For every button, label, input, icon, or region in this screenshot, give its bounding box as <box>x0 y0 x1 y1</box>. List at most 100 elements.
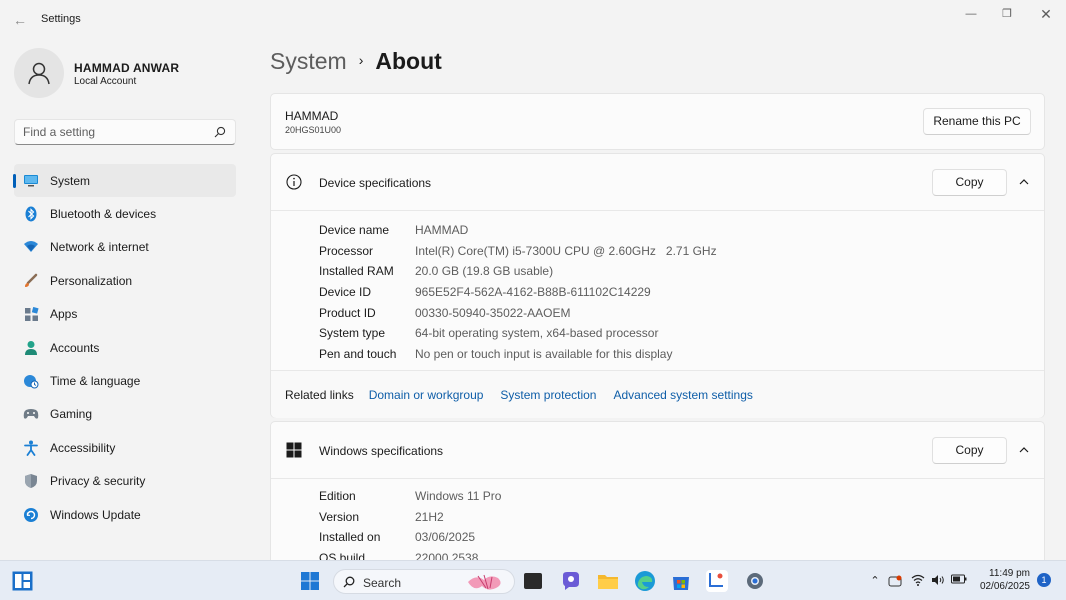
sidebar-item-label: Personalization <box>50 273 133 288</box>
wifi-icon[interactable] <box>911 574 925 588</box>
sidebar-item-label: Windows Update <box>50 507 141 522</box>
windows-specifications-header[interactable]: Windows specifications Copy <box>271 422 1044 479</box>
sidebar-nav: System Bluetooth & devices Network & int… <box>13 164 236 531</box>
breadcrumb: System › About <box>270 48 442 75</box>
clock-date: 02/06/2025 <box>979 581 1030 592</box>
edge-browser-icon[interactable] <box>634 570 656 592</box>
search-icon <box>343 576 355 588</box>
sidebar-item-label: Time & language <box>50 374 141 389</box>
sidebar-item-gaming[interactable]: Gaming <box>14 398 236 431</box>
sidebar-item-network[interactable]: Network & internet <box>14 231 236 264</box>
search-highlight-icon <box>468 574 501 590</box>
widgets-icon[interactable] <box>12 571 33 591</box>
file-explorer-icon[interactable] <box>597 570 619 592</box>
rename-pc-button[interactable]: Rename this PC <box>923 108 1031 135</box>
microsoft-store-icon[interactable] <box>670 570 692 592</box>
search-input[interactable] <box>23 125 208 139</box>
security-status-icon[interactable] <box>888 574 902 588</box>
pc-name-card: HAMMAD 20HGS01U00 Rename this PC <box>270 93 1045 150</box>
person-icon <box>23 340 39 356</box>
chevron-up-icon[interactable]: ⌃ <box>868 574 882 588</box>
search-icon[interactable] <box>214 126 226 138</box>
avatar <box>14 48 64 98</box>
user-profile[interactable]: HAMMAD ANWAR Local Account <box>14 48 244 100</box>
related-links-label: Related links <box>285 387 354 402</box>
spec-key: Product ID <box>319 305 376 320</box>
wifi-icon <box>23 239 39 255</box>
windows-specs-list: Edition Windows 11 Pro Version 21H2 Instal… <box>319 486 501 566</box>
spec-key: System type <box>319 326 386 341</box>
sidebar-item-label: Accessibility <box>50 440 116 455</box>
sidebar-item-label: Apps <box>50 307 78 322</box>
update-icon <box>23 507 39 523</box>
person-icon <box>28 62 50 85</box>
related-links: Related links Domain or workgroup System… <box>271 370 1044 418</box>
pc-name: HAMMAD <box>285 109 339 123</box>
snipping-tool-icon[interactable] <box>706 570 728 592</box>
spec-value: Windows 11 Pro <box>415 489 502 504</box>
spec-value: 64-bit operating system, x64-based proce… <box>415 326 659 341</box>
copy-windows-specs-button[interactable]: Copy <box>932 437 1007 464</box>
breadcrumb-parent[interactable]: System <box>270 48 347 74</box>
spec-row: Device name HAMMAD <box>319 220 717 241</box>
gamepad-icon <box>23 406 39 422</box>
windows-specifications-title: Windows specifications <box>319 444 444 458</box>
spec-key: Device name <box>319 223 390 238</box>
spec-value: HAMMAD <box>415 223 469 238</box>
spec-row: Installed RAM 20.0 GB (19.8 GB usable) <box>319 261 717 282</box>
sidebar-item-personalization[interactable]: Personalization <box>14 264 236 297</box>
sidebar-item-windows-update[interactable]: Windows Update <box>14 498 236 531</box>
taskbar-search-label: Search <box>363 576 402 590</box>
system-clock[interactable]: 11:49 pm 02/06/2025 <box>980 567 1030 593</box>
spec-row: Installed on 03/06/2025 <box>319 527 501 548</box>
spec-row: Device ID 965E52F4-562A-4162-B88B-611102C… <box>319 282 717 303</box>
pc-model: 20HGS01U00 <box>285 125 342 135</box>
sidebar-item-apps[interactable]: Apps <box>14 298 236 331</box>
spec-key: Version <box>319 509 360 524</box>
spec-key: Pen and touch <box>319 346 397 361</box>
device-specifications-card: Device specifications Copy Device name HA… <box>270 153 1045 418</box>
copy-device-specs-button[interactable]: Copy <box>932 169 1007 196</box>
device-specs-list: Device name HAMMAD Processor Intel(R) Core… <box>319 220 717 364</box>
spec-row: Pen and touch No pen or touch input is av… <box>319 344 717 365</box>
settings-gear-icon[interactable] <box>744 570 766 592</box>
back-arrow-icon[interactable]: ← <box>10 10 30 30</box>
monitor-icon <box>23 173 39 189</box>
windows-logo-icon <box>286 442 302 458</box>
sidebar-item-bluetooth[interactable]: Bluetooth & devices <box>14 197 236 230</box>
sidebar-item-system[interactable]: System <box>13 164 236 198</box>
spec-key: Processor <box>319 243 374 258</box>
battery-icon[interactable] <box>951 574 967 588</box>
system-protection-link[interactable]: System protection <box>500 388 596 402</box>
sidebar-item-accessibility[interactable]: Accessibility <box>14 431 236 464</box>
domain-workgroup-link[interactable]: Domain or workgroup <box>369 388 484 402</box>
advanced-system-settings-link[interactable]: Advanced system settings <box>613 388 752 402</box>
close-icon[interactable]: ✕ <box>1032 6 1060 22</box>
globe-clock-icon <box>23 373 39 389</box>
spec-row: System type 64-bit operating system, x64-… <box>319 323 717 344</box>
taskbar-search[interactable]: Search <box>333 569 515 594</box>
chevron-up-icon[interactable] <box>1018 176 1030 188</box>
start-button-icon[interactable] <box>301 572 319 590</box>
sidebar-item-label: Privacy & security <box>50 474 146 489</box>
apps-icon <box>23 306 39 322</box>
sidebar-item-time-language[interactable]: Time & language <box>14 364 236 397</box>
sidebar-item-label: Bluetooth & devices <box>50 207 157 222</box>
chat-icon[interactable] <box>560 570 582 592</box>
chevron-up-icon[interactable] <box>1018 444 1030 456</box>
minimize-icon[interactable]: — <box>957 6 985 22</box>
settings-search[interactable] <box>14 119 236 145</box>
spec-key: Device ID <box>319 285 372 300</box>
sidebar-item-privacy-security[interactable]: Privacy & security <box>14 465 236 498</box>
spec-value: 20.0 GB (19.8 GB usable) <box>415 264 554 279</box>
volume-icon[interactable] <box>931 574 945 588</box>
spec-value: No pen or touch input is available for t… <box>415 346 673 361</box>
spec-row: Edition Windows 11 Pro <box>319 486 501 507</box>
restore-icon[interactable]: ❐ <box>993 6 1021 22</box>
info-icon <box>286 174 302 190</box>
sidebar-item-accounts[interactable]: Accounts <box>14 331 236 364</box>
device-specifications-header[interactable]: Device specifications Copy <box>271 154 1044 211</box>
notification-badge[interactable]: 1 <box>1037 573 1051 587</box>
task-view-icon[interactable] <box>524 573 542 589</box>
spec-value: 965E52F4-562A-4162-B88B-611102C14229 <box>415 285 651 300</box>
